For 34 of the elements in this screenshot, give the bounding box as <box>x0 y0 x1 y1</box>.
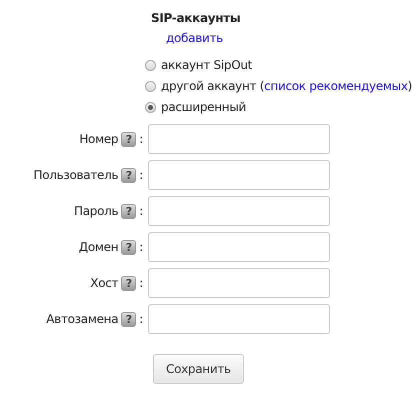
radio-button[interactable] <box>145 80 156 92</box>
section-title: SIP-аккаунты <box>151 10 240 27</box>
recommended-list-link[interactable]: список рекомендуемых <box>264 79 408 93</box>
input-field[interactable] <box>148 304 330 334</box>
input-field[interactable] <box>148 160 330 190</box>
colon: : <box>139 167 143 184</box>
save-button[interactable]: Сохранить <box>153 354 244 384</box>
field-label: Номер <box>79 131 118 148</box>
help-icon[interactable]: ? <box>121 204 136 218</box>
colon: : <box>139 275 143 292</box>
help-icon[interactable]: ? <box>121 312 136 326</box>
colon: : <box>139 239 143 256</box>
add-link[interactable]: добавить <box>166 30 223 55</box>
field-label: Автозамена <box>46 311 118 328</box>
input-field[interactable] <box>148 232 330 262</box>
colon: : <box>139 131 143 148</box>
radio-button[interactable] <box>145 60 156 70</box>
field-label: Хост <box>90 275 118 292</box>
help-icon[interactable]: ? <box>121 240 136 254</box>
field-label: Домен <box>78 239 118 256</box>
colon: : <box>139 311 143 328</box>
radio-label: другой аккаунт (список рекомендуемых) <box>161 78 412 94</box>
colon: : <box>139 203 143 220</box>
radio-label: расширенный <box>161 99 246 115</box>
field-label: Пользователь <box>33 167 118 184</box>
input-field[interactable] <box>148 196 330 226</box>
input-field[interactable] <box>148 124 330 154</box>
help-icon[interactable]: ? <box>121 132 136 146</box>
help-icon[interactable]: ? <box>121 168 136 182</box>
radio-button[interactable] <box>145 102 156 112</box>
help-icon[interactable]: ? <box>121 276 136 290</box>
radio-label: аккаунт SipOut <box>161 57 252 73</box>
field-label: Пароль <box>74 203 118 220</box>
input-field[interactable] <box>148 268 330 298</box>
